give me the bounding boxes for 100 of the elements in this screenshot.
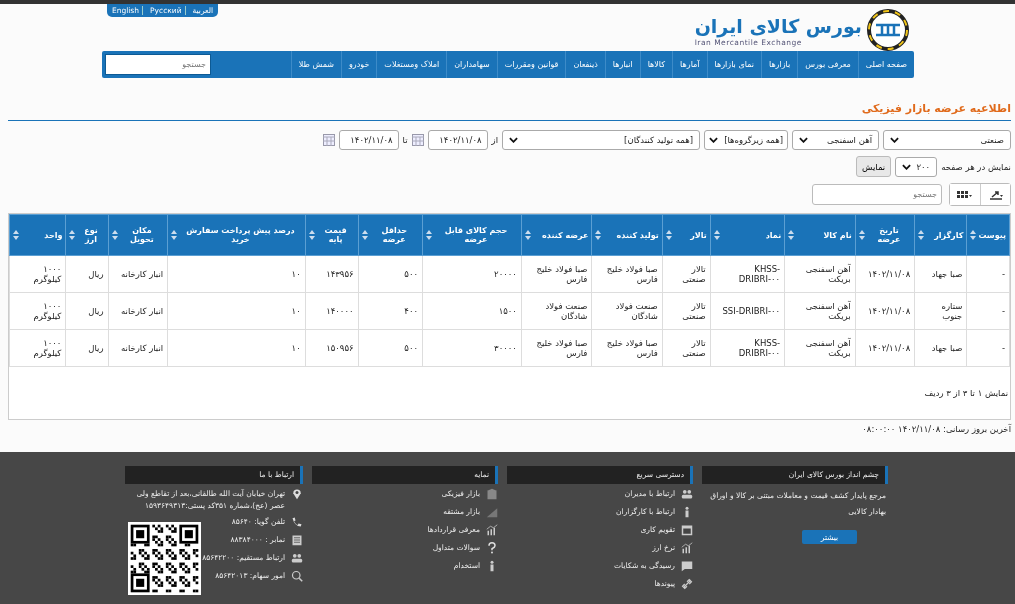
nav-item[interactable]: معرفی بورس [797, 51, 858, 78]
chat-icon [681, 560, 693, 572]
table-cell: ۱۰۰۰ کیلوگرم [9, 255, 66, 293]
table-cell: - [966, 292, 1010, 330]
table-cell: آهن اسفنجی بریکت [784, 255, 856, 293]
question-icon [486, 542, 498, 554]
nav-item[interactable]: بازارها [760, 51, 798, 78]
nav-item[interactable]: قوانین ومقررات [496, 51, 566, 78]
nav-item[interactable]: ذینفعان [565, 51, 605, 78]
sort-icon [171, 230, 178, 240]
column-header[interactable]: واحد [9, 214, 66, 256]
sort-icon [361, 230, 368, 240]
table-cell: تالار صنعتی [662, 329, 711, 367]
nav-item[interactable]: املاک ومستغلات [376, 51, 447, 78]
to-label: تا [402, 135, 408, 145]
people-icon [291, 552, 303, 564]
nav-item[interactable]: خودرو [340, 51, 377, 78]
table-cell: آهن اسفنجی بریکت [784, 329, 856, 367]
sort-icon [858, 230, 865, 240]
people-icon [681, 488, 693, 500]
dropdown[interactable]: آهن اسفنجی [792, 130, 879, 150]
table-cell: ۱۰ [167, 255, 306, 293]
table-cell: تالار صنعتی [662, 255, 711, 293]
table-cell: انبار کارخانه [108, 329, 168, 367]
nav-item[interactable]: صفحه اصلی [857, 51, 914, 78]
table-cell: صنعت فولاد شادگان [521, 292, 592, 330]
sort-icon [788, 230, 795, 240]
search-field[interactable]: جستجو [105, 54, 211, 75]
column-header[interactable]: حجم کالای قابل عرضه [422, 214, 522, 256]
table-cell: صبا فولاد خلیج فارس [591, 255, 663, 293]
sort-icon [426, 230, 433, 240]
column-header[interactable]: تالار [662, 214, 711, 256]
table-cell: ۱۴۰۲/۱۱/۰۸ [855, 329, 915, 367]
nav-item[interactable]: کالاها [639, 51, 673, 78]
chart-icon [486, 524, 498, 536]
table-cell: KHSS-DRIBRI-۰۰ [710, 255, 785, 293]
date-field[interactable]: ۱۴۰۲/۱۱/۰۸ [338, 130, 399, 150]
calendar-icon [681, 524, 693, 536]
columns-icon [956, 189, 974, 200]
table-info: نمایش ۱ تا ۳ از ۳ ردیف [923, 387, 1009, 400]
table-cell: ۱۰ [167, 292, 306, 330]
table-cell: صبا فولاد خلیج فارس [591, 329, 663, 367]
sort-icon [713, 230, 720, 240]
column-header[interactable]: مکان تحویل [108, 214, 168, 256]
table-cell: انبار کارخانه [108, 292, 168, 330]
page-size-label: نمایش در هر صفحه [941, 161, 1011, 172]
dropdown[interactable]: [همه زیرگروه‌ها] [704, 130, 788, 150]
sort-icon [13, 230, 19, 240]
table-cell: KHSS-DRIBRI-۰۰ [710, 329, 785, 367]
column-header[interactable]: تاریخ عرضه [855, 214, 915, 256]
table-cell: ۵۰۰ [358, 329, 423, 367]
column-header[interactable]: عرضه کننده [521, 214, 592, 256]
table-cell: تالار صنعتی [662, 292, 711, 330]
search-field[interactable]: جستجو [812, 184, 942, 205]
date-field[interactable]: ۱۴۰۲/۱۱/۰۸ [427, 130, 488, 150]
nav-item[interactable]: انبارها [604, 51, 640, 78]
search-icon [291, 570, 303, 582]
table-cell: ۱۴۰۲/۱۱/۰۸ [855, 255, 915, 293]
logo-title: بورس کالای ایران [694, 13, 862, 38]
column-header[interactable]: نوع ارز [65, 214, 109, 256]
building-icon [486, 488, 498, 500]
table-cell: صبا فولاد خلیج فارس [521, 329, 592, 367]
dropdown[interactable]: [همه تولید کنندگان] [502, 130, 700, 150]
table-cell: ۱۴۳۹۵۶ [305, 255, 359, 293]
column-header[interactable]: نام کالا [784, 214, 856, 256]
column-header[interactable]: درصد پیش پرداخت سفارش خرید [167, 214, 306, 256]
table-cell: ۵۰۰ [358, 255, 423, 293]
export-button[interactable] [980, 184, 1010, 205]
column-header[interactable]: تولید کننده [591, 214, 663, 256]
column-header[interactable]: حداقل عرضه [358, 214, 423, 256]
sort-icon [918, 230, 925, 240]
chevron-icon [509, 137, 518, 143]
nav-item[interactable]: شمش طلا [290, 51, 341, 78]
export-icon [987, 189, 1004, 200]
table-cell: ۱۴۰۲/۱۱/۰۸ [855, 292, 915, 330]
sort-icon [524, 230, 531, 240]
column-header[interactable]: قیمت پایه [305, 214, 359, 256]
show-button[interactable]: نمایش [856, 156, 892, 177]
table-cell: صبا فولاد خلیج فارس [521, 255, 592, 293]
calendar-icon[interactable] [322, 134, 335, 146]
chevron-icon [709, 137, 718, 143]
nav-item[interactable]: نمای بازارها [706, 51, 761, 78]
table-cell: ریال [65, 329, 109, 367]
calendar-icon[interactable] [411, 134, 424, 146]
table-cell: آهن اسفنجی بریکت [784, 292, 856, 330]
chart-icon [681, 542, 693, 554]
nav-item[interactable]: سهامداران [446, 51, 497, 78]
table-cell: ۱۰۰۰ کیلوگرم [9, 329, 66, 367]
table-cell: ۱۴۰۰۰۰ [305, 292, 359, 330]
sort-icon [69, 230, 76, 240]
dropdown[interactable]: صنعتی [883, 130, 1011, 150]
column-header[interactable]: نماد [710, 214, 785, 256]
table-cell: صبا جهاد [914, 255, 967, 293]
page-size-dropdown[interactable]: ۲۰۰ [895, 156, 938, 177]
column-header[interactable]: کارگزار [914, 214, 967, 256]
table-cell: - [966, 255, 1010, 293]
nav-item[interactable]: آمارها [672, 51, 707, 78]
column-header[interactable]: پیوست [966, 214, 1010, 256]
table-cell: ۱۰۰۰ کیلوگرم [9, 292, 66, 330]
table-cell: ۲۰۰۰۰ [422, 255, 522, 293]
